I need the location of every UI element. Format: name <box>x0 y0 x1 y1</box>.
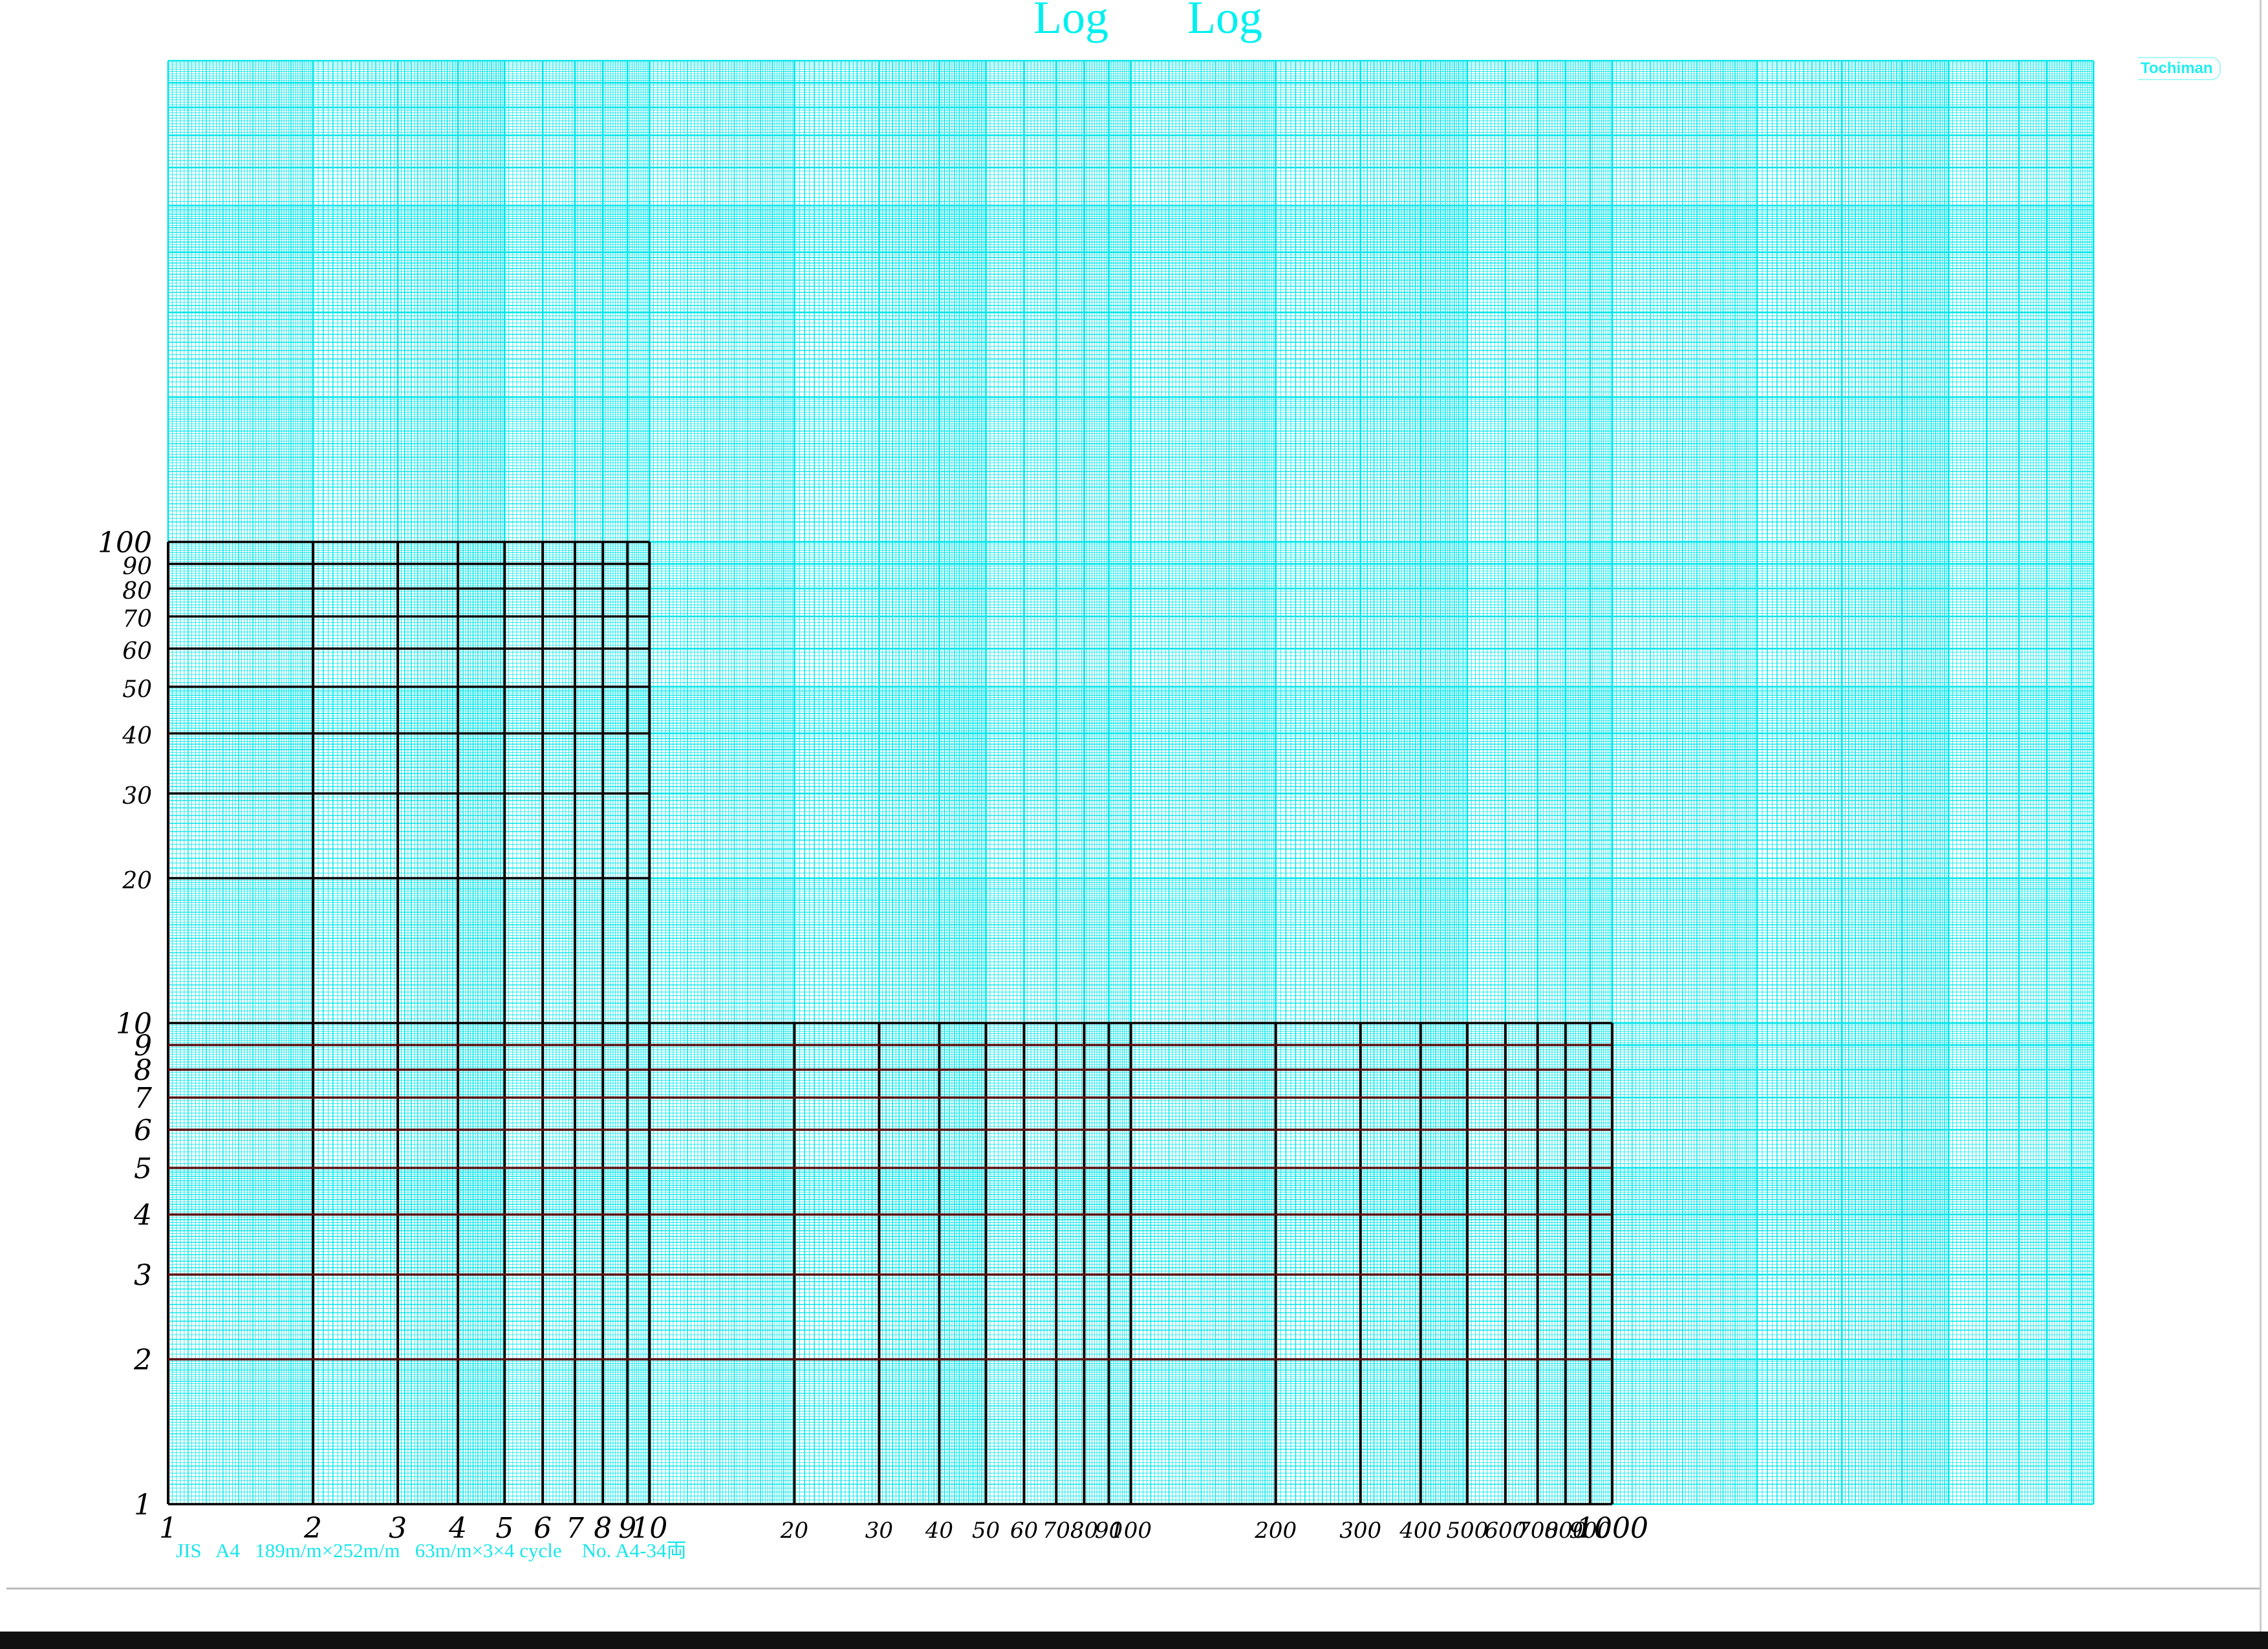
y-tick-label: 4 <box>133 1199 152 1232</box>
y-tick-label: 2 <box>133 1344 152 1377</box>
x-tick-label: 300 <box>1339 1518 1381 1544</box>
y-tick-label: 5 <box>134 1152 152 1185</box>
x-tick-label: 40 <box>925 1518 953 1544</box>
y-tick-label: 100 <box>98 526 152 559</box>
log-log-chart: 1 2 3 4 5 6 7 8 910 20 30 40 50 60 70 8090100 200 300 400 5… <box>98 59 2095 1545</box>
x-tick-label: 400 <box>1399 1518 1442 1544</box>
x-tick-label: 500 <box>1446 1518 1488 1544</box>
paper-spec-text: JIS A4 189m/m×252m/m 63m/m×3×4 cycle No.… <box>176 1539 687 1562</box>
scan-border <box>0 1632 2268 1649</box>
x-tick-label: 70 <box>1042 1518 1070 1544</box>
y-tick-label: 10 <box>116 1008 152 1040</box>
x-tick-label: 60 <box>1010 1518 1038 1544</box>
x-tick-label: 200 <box>1254 1518 1297 1544</box>
x-tick-label: 1 <box>159 1512 177 1545</box>
paper-title-x: Log <box>1033 0 1108 43</box>
x-tick-label: 1000 <box>1576 1512 1648 1545</box>
y-tick-label: 6 <box>134 1114 152 1147</box>
y-tick-label: 30 <box>122 783 152 810</box>
x-tick-label: 80 <box>1070 1518 1098 1544</box>
brand-logo: Tochiman <box>2138 57 2221 80</box>
scan-edge-line <box>6 1588 2260 1590</box>
x-tick-label: 20 <box>780 1518 808 1544</box>
y-tick-label: 60 <box>122 638 152 665</box>
x-tick-label: 50 <box>972 1518 1000 1544</box>
y-tick-label: 3 <box>134 1259 152 1292</box>
y-tick-label: 40 <box>122 723 152 749</box>
y-tick-label: 1 <box>134 1489 152 1522</box>
x-tick-label: 100 <box>1110 1518 1152 1544</box>
y-tick-label: 20 <box>122 868 152 894</box>
y-tick-label: 80 <box>122 578 152 605</box>
x-tick-label: 30 <box>865 1518 893 1544</box>
y-tick-label: 70 <box>122 606 152 632</box>
scan-edge-right <box>2260 0 2262 1632</box>
y-tick-label: 50 <box>122 676 152 703</box>
paper-title-y: Log <box>1187 0 1262 43</box>
